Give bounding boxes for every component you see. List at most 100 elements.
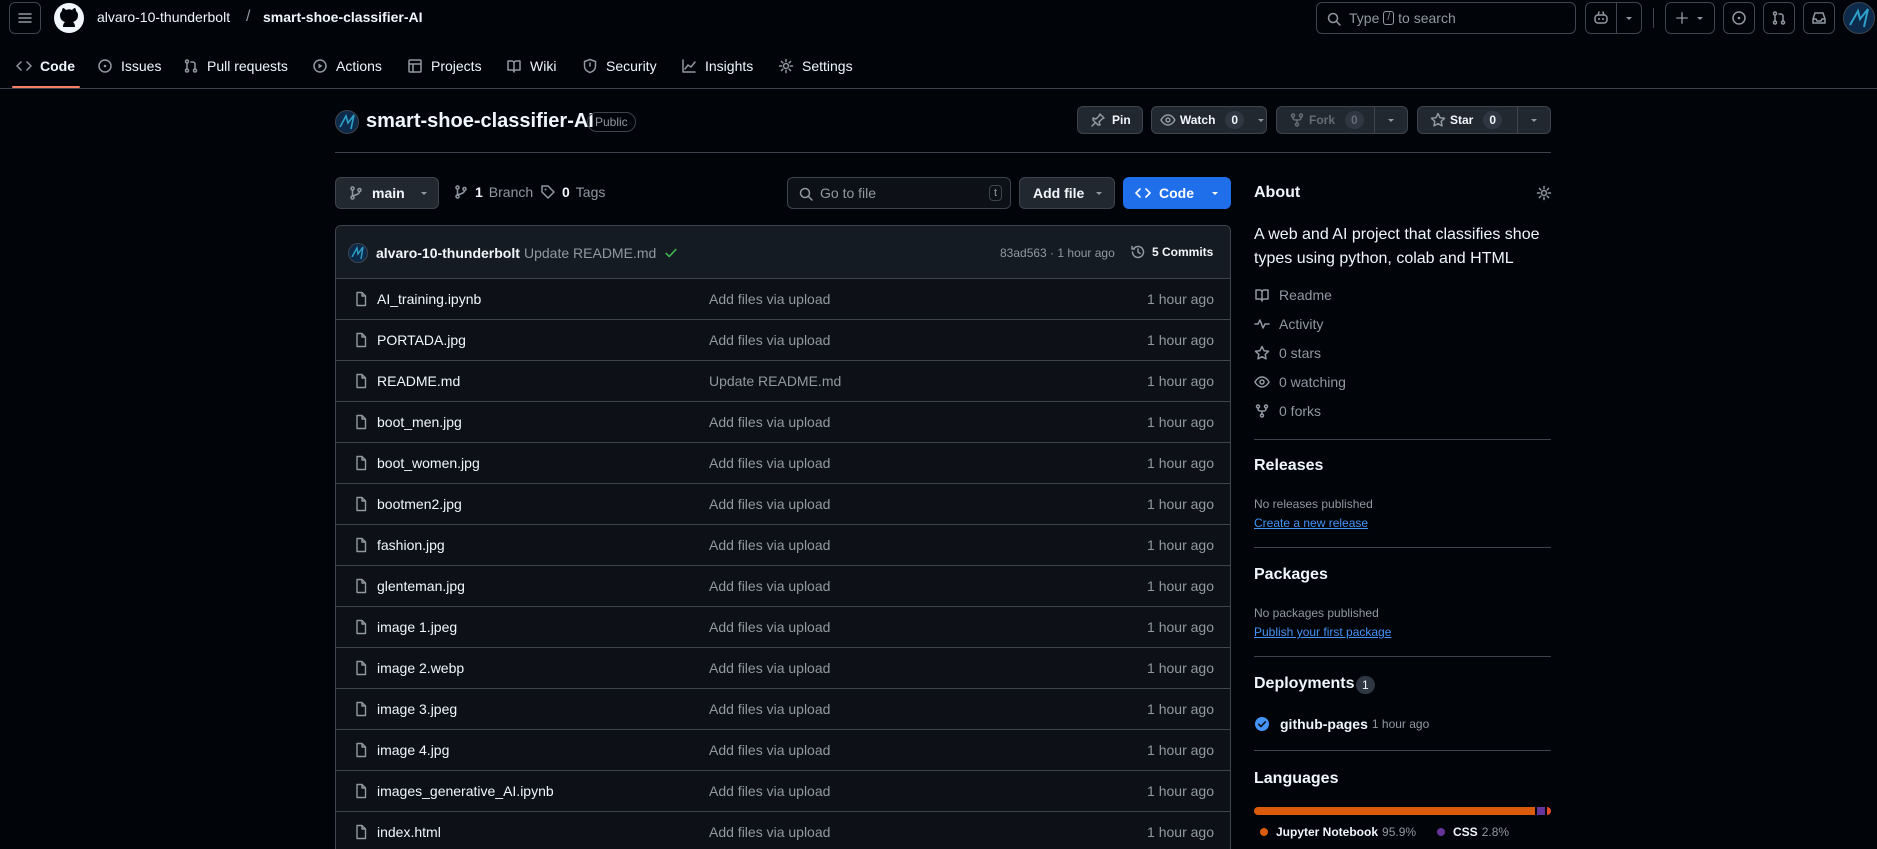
language-item-jupyter[interactable]: Jupyter Notebook 95.9%: [1260, 825, 1416, 839]
tab-code[interactable]: Code: [16, 54, 75, 78]
search-input[interactable]: Type / to search: [1316, 2, 1576, 34]
packages-heading[interactable]: Packages: [1254, 566, 1328, 584]
file-commit-message[interactable]: Add files via upload: [709, 332, 830, 348]
code-button[interactable]: Code: [1123, 177, 1231, 209]
tab-issues[interactable]: Issues: [97, 54, 161, 78]
user-avatar[interactable]: [1843, 2, 1875, 34]
file-commit-message[interactable]: Update README.md: [709, 373, 841, 389]
fork-dropdown[interactable]: [1374, 106, 1408, 134]
activity-link[interactable]: Activity: [1254, 316, 1323, 332]
file-commit-message[interactable]: Add files via upload: [709, 455, 830, 471]
tab-projects[interactable]: Projects: [407, 54, 482, 78]
tab-pull-requests[interactable]: Pull requests: [183, 54, 288, 78]
star-dropdown[interactable]: [1517, 106, 1551, 134]
file-commit-message[interactable]: Add files via upload: [709, 619, 830, 635]
deployment-time: 1 hour ago: [1371, 717, 1430, 731]
file-name[interactable]: image 1.jpeg: [377, 619, 457, 635]
file-row[interactable]: boot_men.jpg Add files via upload 1 hour a…: [336, 402, 1230, 443]
file-row[interactable]: glenteman.jpg Add files via upload 1 hour …: [336, 566, 1230, 607]
file-row[interactable]: image 3.jpeg Add files via upload 1 hour a…: [336, 689, 1230, 730]
star-button[interactable]: Star 0: [1417, 106, 1518, 134]
fork-button[interactable]: Fork 0: [1276, 106, 1375, 134]
file-name[interactable]: README.md: [377, 373, 460, 389]
file-row[interactable]: AI_training.ipynb Add files via upload 1 h…: [336, 279, 1230, 320]
file-commit-message[interactable]: Add files via upload: [709, 291, 830, 307]
file-row[interactable]: image 1.jpeg Add files via upload 1 hour a…: [336, 607, 1230, 648]
file-commit-message[interactable]: Add files via upload: [709, 414, 830, 430]
add-file-button[interactable]: Add file: [1019, 177, 1115, 209]
readme-link[interactable]: Readme: [1254, 287, 1332, 303]
owner-link[interactable]: alvaro-10-thunderbolt: [97, 9, 230, 25]
commit-hash-time[interactable]: 83ad563 · 1 hour ago: [1000, 246, 1115, 260]
file-commit-message[interactable]: Add files via upload: [709, 578, 830, 594]
file-row[interactable]: index.html Add files via upload 1 hour ago: [336, 812, 1230, 849]
go-to-file-input[interactable]: Go to file t: [787, 177, 1011, 209]
check-icon[interactable]: [664, 246, 678, 260]
file-name[interactable]: images_generative_AI.ipynb: [377, 783, 554, 799]
tags-link[interactable]: 0 Tags: [540, 184, 605, 200]
deployment-name: github-pages: [1280, 716, 1368, 732]
create-new-button[interactable]: [1665, 2, 1715, 34]
file-commit-message[interactable]: Add files via upload: [709, 537, 830, 553]
file-row[interactable]: boot_women.jpg Add files via upload 1 hour…: [336, 443, 1230, 484]
tab-wiki[interactable]: Wiki: [506, 54, 556, 78]
create-release-link[interactable]: Create a new release: [1254, 516, 1368, 530]
tab-insights[interactable]: Insights: [681, 54, 753, 78]
file-commit-message[interactable]: Add files via upload: [709, 496, 830, 512]
pin-button[interactable]: Pin: [1077, 106, 1143, 134]
commit-author[interactable]: alvaro-10-thunderbolt: [376, 245, 520, 261]
menu-button[interactable]: [9, 2, 41, 34]
watching-link[interactable]: 0 watching: [1254, 374, 1346, 390]
copilot-button[interactable]: [1585, 2, 1617, 34]
search-hint-after: to search: [1398, 10, 1456, 26]
file-commit-message[interactable]: Add files via upload: [709, 783, 830, 799]
file-row[interactable]: images_generative_AI.ipynb Add files via …: [336, 771, 1230, 812]
file-name[interactable]: image 4.jpg: [377, 742, 449, 758]
repo-title[interactable]: smart-shoe-classifier-AI: [366, 110, 594, 133]
file-row[interactable]: bootmen2.jpg Add files via upload 1 hour a…: [336, 484, 1230, 525]
issues-button[interactable]: [1723, 2, 1755, 34]
deployments-heading[interactable]: Deployments: [1254, 675, 1354, 693]
language-item-css[interactable]: CSS 2.8%: [1437, 825, 1509, 839]
tab-actions[interactable]: Actions: [312, 54, 382, 78]
file-name[interactable]: boot_men.jpg: [377, 414, 462, 430]
stars-link[interactable]: 0 stars: [1254, 345, 1321, 361]
chevron-down-icon: [1258, 119, 1265, 122]
commit-author-avatar[interactable]: [348, 243, 368, 263]
commit-message[interactable]: Update README.md: [524, 245, 656, 261]
file-name[interactable]: glenteman.jpg: [377, 578, 465, 594]
file-row[interactable]: PORTADA.jpg Add files via upload 1 hour ag…: [336, 320, 1230, 361]
file-row[interactable]: fashion.jpg Add files via upload 1 hour ag…: [336, 525, 1230, 566]
watch-button[interactable]: Watch 0: [1151, 106, 1267, 134]
file-name[interactable]: fashion.jpg: [377, 537, 445, 553]
file-commit-message[interactable]: Add files via upload: [709, 660, 830, 676]
publish-package-link[interactable]: Publish your first package: [1254, 625, 1391, 639]
file-name[interactable]: PORTADA.jpg: [377, 332, 466, 348]
commits-link[interactable]: 5 Commits: [1130, 244, 1213, 260]
forks-link[interactable]: 0 forks: [1254, 403, 1321, 419]
deployment-item[interactable]: github-pages 1 hour ago: [1254, 716, 1429, 732]
pull-requests-button[interactable]: [1763, 2, 1795, 34]
file-name[interactable]: bootmen2.jpg: [377, 496, 462, 512]
file-commit-message[interactable]: Add files via upload: [709, 742, 830, 758]
file-row[interactable]: README.md Update README.md 1 hour ago: [336, 361, 1230, 402]
repo-link[interactable]: smart-shoe-classifier-AI: [263, 9, 423, 25]
file-name[interactable]: index.html: [377, 824, 441, 840]
file-row[interactable]: image 4.jpg Add files via upload 1 hour ag…: [336, 730, 1230, 771]
file-commit-message[interactable]: Add files via upload: [709, 824, 830, 840]
github-logo[interactable]: [53, 2, 85, 34]
file-commit-message[interactable]: Add files via upload: [709, 701, 830, 717]
file-name[interactable]: boot_women.jpg: [377, 455, 480, 471]
file-name[interactable]: AI_training.ipynb: [377, 291, 481, 307]
tab-security[interactable]: Security: [582, 54, 657, 78]
branches-link[interactable]: 1 Branch: [453, 184, 533, 200]
file-name[interactable]: image 2.webp: [377, 660, 464, 676]
gear-icon[interactable]: [1536, 185, 1552, 201]
copilot-dropdown[interactable]: [1616, 2, 1642, 34]
releases-heading[interactable]: Releases: [1254, 457, 1323, 475]
inbox-button[interactable]: [1803, 2, 1835, 34]
file-row[interactable]: image 2.webp Add files via upload 1 hour a…: [336, 648, 1230, 689]
file-name[interactable]: image 3.jpeg: [377, 701, 457, 717]
branch-select[interactable]: main: [335, 177, 439, 209]
tab-settings[interactable]: Settings: [778, 54, 853, 78]
